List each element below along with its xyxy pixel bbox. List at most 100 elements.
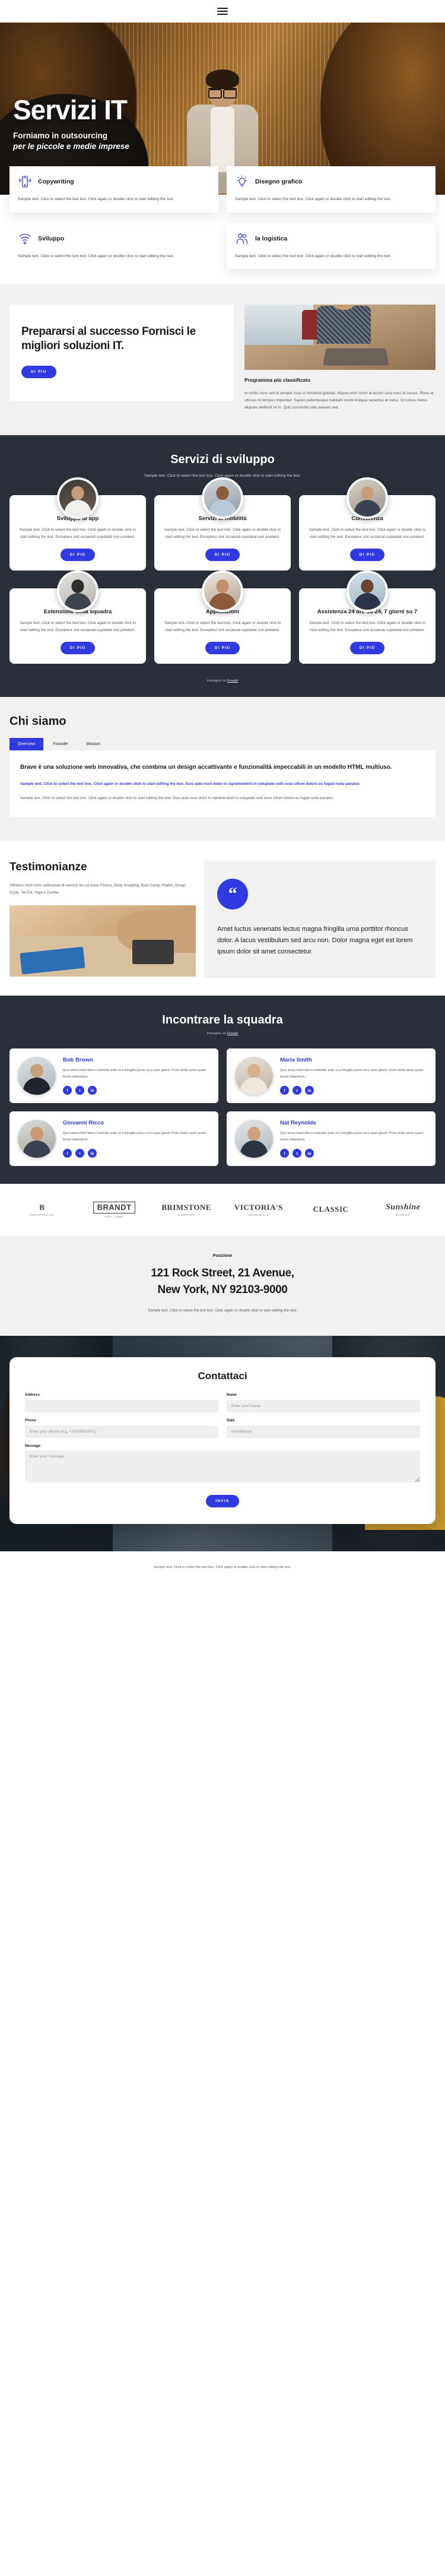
address-field[interactable]	[25, 1400, 218, 1413]
testimonials-grid: Testimonianze Offriamo molti corsi setti…	[9, 860, 436, 978]
service-more-button[interactable]: DI PIÙ	[205, 642, 240, 655]
message-field[interactable]	[25, 1450, 420, 1483]
service-card[interactable]: Applicazioni Sample text. Click to selec…	[154, 571, 291, 664]
linkedin-icon[interactable]: in	[88, 1086, 97, 1095]
burger-line	[217, 8, 228, 9]
credit-link[interactable]: Freepik	[227, 1032, 239, 1035]
feature-card-logistica[interactable]: la logistica Sample text. Click to selec…	[227, 223, 436, 270]
service-card[interactable]: Servizi di mobilità Sample text. Click t…	[154, 477, 291, 571]
twitter-icon[interactable]: t	[75, 1149, 84, 1158]
service-more-button[interactable]: DI PIÙ	[60, 642, 96, 655]
prepare-more-button[interactable]: DI PIÙ	[21, 365, 56, 378]
service-card[interactable]: Estensione della squadra Sample text. Cl…	[9, 571, 146, 664]
tab-overview[interactable]: Overview	[9, 738, 44, 751]
credit-prefix: Immagine da	[206, 679, 227, 683]
partner-logo-sub: BAKERY	[395, 1213, 411, 1217]
submit-button[interactable]: INVIA	[206, 1495, 239, 1508]
field-address: Address	[25, 1393, 218, 1413]
linkedin-icon[interactable]: in	[305, 1149, 314, 1158]
partner-logo: VICTORIA'S ORIGINALS	[225, 1203, 293, 1216]
team-member-card[interactable]: Bob Brown Quo amet mind libero molestie …	[9, 1048, 218, 1104]
about-section: Chi siamo Overview Founder Mission Brave…	[0, 697, 445, 841]
linkedin-icon[interactable]: in	[88, 1149, 97, 1158]
position-kicker: Posizione	[212, 1253, 233, 1258]
contact-heading: Contattaci	[198, 1370, 247, 1382]
facebook-icon[interactable]: f	[63, 1086, 72, 1095]
date-field[interactable]	[227, 1425, 420, 1438]
feature-row-2: Sviluppo Sample text. Click to select th…	[9, 223, 436, 270]
about-panel-body-text: Sample text. Click to select the text bo…	[20, 796, 334, 801]
twitter-icon[interactable]: t	[293, 1086, 301, 1095]
team-member-card[interactable]: Giovanni Ricco Quo amet mind libero mole…	[9, 1111, 218, 1167]
hamburger-menu-icon[interactable]	[217, 8, 228, 15]
position-section: Posizione 121 Rock Street, 21 Avenue, Ne…	[0, 1235, 445, 1336]
field-name: Name	[227, 1393, 420, 1413]
feature-card-header: Copywriting	[18, 175, 210, 189]
team-member-text: Quo amet mind libero molestie ante ut a …	[280, 1132, 424, 1142]
facebook-icon[interactable]: f	[63, 1149, 72, 1158]
feature-text: Sample text. Click to select the text bo…	[18, 197, 174, 201]
team-member-card[interactable]: Nat Reynolds Quo amet mind libero molest…	[227, 1111, 436, 1167]
feature-card-sviluppo[interactable]: Sviluppo Sample text. Click to select th…	[9, 223, 218, 270]
prepare-heading: Prepararsi al successo Fornisci le migli…	[21, 325, 196, 353]
team-member-name: Maria Smith	[280, 1057, 312, 1064]
service-card[interactable]: Consulenza Sample text. Click to select …	[299, 477, 436, 571]
feature-row-1: Copywriting Sample text. Click to select…	[9, 166, 436, 213]
credit-link[interactable]: Freepik	[227, 679, 239, 683]
service-card[interactable]: Assistenza 24 ore su 24, 7 giorni su 7 S…	[299, 571, 436, 664]
avatar-art	[204, 573, 241, 610]
service-more-button[interactable]: DI PIÙ	[349, 549, 385, 562]
feature-card-copywriting[interactable]: Copywriting Sample text. Click to select…	[9, 166, 218, 213]
prepare-photo	[244, 305, 436, 370]
prepare-grid: Prepararsi al successo Fornisci le migli…	[9, 305, 436, 411]
partner-logo-sub: EST. 1985	[104, 1215, 124, 1218]
prepare-text-card: Prepararsi al successo Fornisci le migli…	[9, 305, 234, 401]
name-field[interactable]	[227, 1400, 420, 1413]
services-heading: Servizi di sviluppo	[170, 452, 275, 466]
team-member-text: Quo amet mind libero molestie ante ut a …	[280, 1069, 424, 1079]
prepare-section: Prepararsi al successo Fornisci le migli…	[0, 284, 445, 435]
testimonials-photo	[9, 905, 196, 977]
hero-subtitle-line1: Forniamo in outsourcing	[13, 131, 107, 140]
testimonials-left: Testimonianze Offriamo molti corsi setti…	[9, 861, 204, 978]
testimonials-heading: Testimonianze	[9, 860, 87, 873]
avatar-art	[235, 1120, 273, 1158]
linkedin-icon[interactable]: in	[305, 1086, 314, 1095]
service-card[interactable]: Sviluppo di app Sample text. Click to se…	[9, 477, 146, 571]
team-heading: Incontrare la squadra	[162, 1013, 283, 1027]
service-text: Sample text. Click to select the text bo…	[309, 621, 426, 632]
feature-title: Copywriting	[38, 178, 74, 185]
people-icon	[235, 232, 249, 246]
team-member-card[interactable]: Maria Smith Quo amet mind libero molesti…	[227, 1048, 436, 1104]
phone-field[interactable]	[25, 1425, 218, 1438]
feature-text: Sample text. Click to select the text bo…	[235, 254, 392, 258]
tab-founder[interactable]: Founder	[44, 738, 77, 750]
avatar-art	[59, 480, 96, 517]
partner-logo-mark: BRIMSTONE	[161, 1203, 212, 1212]
avatar	[202, 477, 243, 519]
feature-card-disegno-grafico[interactable]: Disegno grafico Sample text. Click to se…	[227, 166, 436, 213]
feature-cards-section: Copywriting Sample text. Click to select…	[0, 166, 445, 284]
avatar	[18, 1057, 56, 1095]
partner-logo-mark: B	[39, 1203, 45, 1212]
facebook-icon[interactable]: f	[280, 1149, 289, 1158]
partner-logo-sub: ORIGINALS	[248, 1213, 269, 1216]
prepare-body-text: In mollis nunc sed id semper risus in he…	[244, 391, 434, 410]
team-member-info: Maria Smith Quo amet mind libero molesti…	[280, 1057, 427, 1095]
team-grid: Bob Brown Quo amet mind libero molestie …	[9, 1048, 436, 1167]
tab-mission[interactable]: Mission	[78, 738, 109, 750]
twitter-icon[interactable]: t	[293, 1149, 301, 1158]
about-panel-heading: Brave è una soluzione web innovativa, ch…	[20, 764, 392, 771]
twitter-icon[interactable]: t	[75, 1086, 84, 1095]
service-more-button[interactable]: DI PIÙ	[349, 642, 385, 655]
avatar	[347, 571, 388, 613]
footer: Sample text. Click to select the text bo…	[0, 1551, 445, 1587]
mobile-signal-icon	[18, 175, 32, 189]
facebook-icon[interactable]: f	[280, 1086, 289, 1095]
avatar	[18, 1120, 56, 1158]
services-row-1: Sviluppo di app Sample text. Click to se…	[9, 477, 436, 571]
service-more-button[interactable]: DI PIÙ	[60, 549, 96, 562]
service-more-button[interactable]: DI PIÙ	[205, 549, 240, 562]
avatar-art	[349, 573, 386, 610]
avatar-art	[59, 573, 96, 610]
